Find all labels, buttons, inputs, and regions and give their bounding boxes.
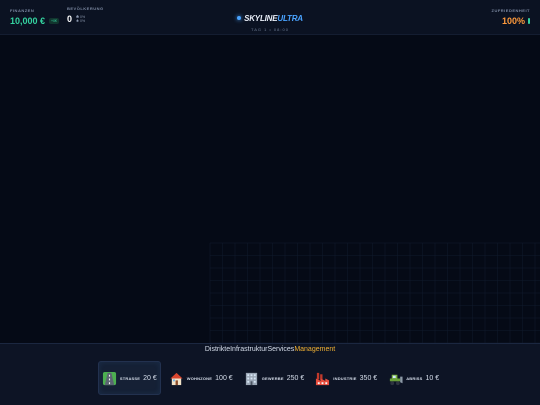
tab-management[interactable]: Management <box>294 346 335 353</box>
tool-industrie-price: 350 € <box>359 374 378 382</box>
tool-wohnzone-price: 100 € <box>215 374 233 382</box>
map-grid[interactable] <box>0 35 540 343</box>
tool-gewerbe-button[interactable]: GEWERBE 250 € <box>241 361 308 395</box>
road-icon <box>102 371 116 385</box>
tool-gewerbe-price: 250 € <box>286 374 305 382</box>
status-dot-icon <box>237 16 242 20</box>
top-hud: FINANZEN 10,000 € +0€ BEVÖLKERUNG 0 0% 0… <box>0 0 540 35</box>
tool-abriss-button[interactable]: ABRISS 10 € <box>385 361 442 395</box>
satisfaction-meter-fill <box>528 18 530 24</box>
tool-abriss-name: ABRISS <box>406 375 423 381</box>
tab-services[interactable]: Services <box>267 346 294 353</box>
tool-list: STRASSE 20 € WOHNZONE 100 € GEWERBE 250 … <box>0 360 540 396</box>
game-title-main: SKYLINE <box>244 13 278 23</box>
tool-strasse-price: 20 € <box>143 374 157 382</box>
tool-industrie-button[interactable]: INDUSTRIE 350 € <box>312 361 380 395</box>
tab-distrikte[interactable]: Distrikte <box>205 346 230 353</box>
factory-icon <box>316 372 330 385</box>
game-title: SKYLINEULTRA <box>244 14 303 23</box>
tool-gewerbe-name: GEWERBE <box>261 375 284 381</box>
tool-strasse-button[interactable]: STRASSE 20 € <box>97 361 161 395</box>
tool-industrie-name: INDUSTRIE <box>333 375 357 381</box>
tool-wohnzone-button[interactable]: WOHNZONE 100 € <box>166 361 236 395</box>
house-icon <box>170 372 183 385</box>
satisfaction-stat: ZUFRIEDENHEIT 100% <box>491 8 530 26</box>
satisfaction-value: 100% <box>501 16 525 26</box>
satisfaction-label: ZUFRIEDENHEIT <box>491 8 530 13</box>
build-toolbar: Distrikte Infrastruktur Services Managem… <box>0 343 540 405</box>
tool-wohnzone-name: WOHNZONE <box>186 375 213 381</box>
category-tabs: Distrikte Infrastruktur Services Managem… <box>0 346 540 353</box>
game-title-accent: ULTRA <box>277 13 303 23</box>
satisfaction-meter <box>528 18 530 24</box>
game-clock: TAG 1 • 08:00 <box>251 27 289 32</box>
tab-infrastruktur[interactable]: Infrastruktur <box>230 346 267 353</box>
city-map[interactable] <box>0 35 540 343</box>
tool-strasse-name: STRASSE <box>119 375 141 381</box>
tool-abriss-price: 10 € <box>425 374 440 382</box>
game-brand: SKYLINEULTRA TAG 1 • 08:00 <box>0 7 540 32</box>
office-building-icon <box>245 372 257 385</box>
bulldozer-icon <box>390 374 403 385</box>
